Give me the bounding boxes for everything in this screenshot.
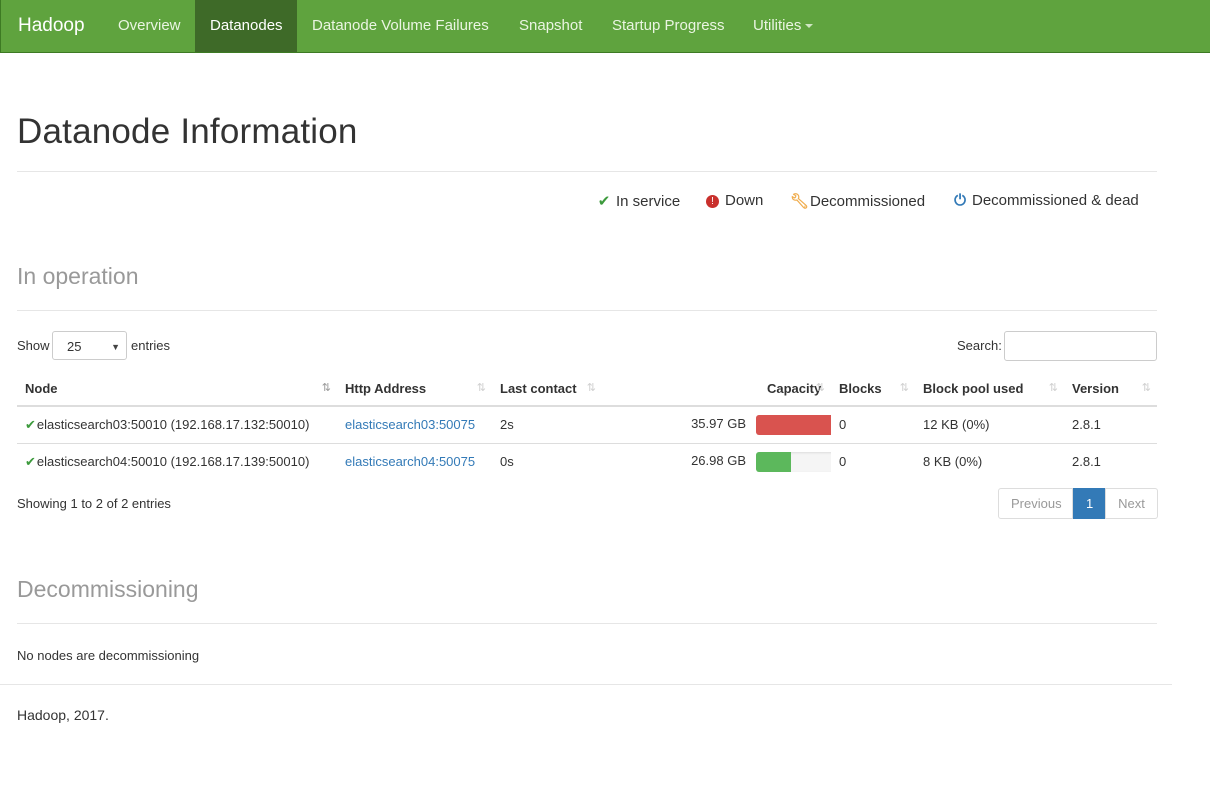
- datanode-table: Node ⇅ Http Address ⇅ Last contact ⇅ Capaci…: [17, 371, 1157, 480]
- nav-snapshot[interactable]: Snapshot: [504, 0, 597, 52]
- check-icon: ✔: [25, 453, 36, 469]
- sort-icon: ⇅: [815, 382, 825, 394]
- column-header-node[interactable]: Node ⇅: [17, 371, 337, 407]
- brand-logo[interactable]: Hadoop: [18, 15, 85, 37]
- legend-down: ! Down: [706, 192, 763, 209]
- column-label: Http Address: [345, 380, 427, 396]
- node-cell: ✔elasticsearch04:50010 (192.168.17.139:5…: [17, 442, 337, 480]
- table-row: ✔elasticsearch04:50010 (192.168.17.139:5…: [17, 442, 1157, 480]
- page-1-button[interactable]: 1: [1073, 488, 1105, 519]
- capacity-value: 26.98 GB: [691, 453, 746, 469]
- legend-in-service: ✔ In service: [596, 192, 681, 210]
- block-pool-used-cell: 12 KB (0%): [923, 417, 990, 433]
- column-label: Last contact: [500, 380, 577, 396]
- table-row: ✔elasticsearch03:50010 (192.168.17.132:5…: [17, 406, 1157, 443]
- nav-datanodes[interactable]: Datanodes: [195, 0, 297, 52]
- last-contact-cell: 0s: [492, 442, 602, 480]
- column-header-last-contact[interactable]: Last contact ⇅: [492, 371, 602, 407]
- node-name: elasticsearch04:50010 (192.168.17.139:50…: [36, 453, 310, 469]
- blocks-cell: 0: [831, 442, 915, 480]
- capacity-bar-fill: [756, 451, 792, 472]
- page-size-select[interactable]: 25 ▼: [52, 331, 127, 360]
- sort-icon: ⇅: [1048, 382, 1058, 394]
- page-title: Datanode Information: [17, 112, 358, 151]
- capacity-bar-fill: [756, 414, 831, 435]
- version-cell: 2.8.1: [1064, 442, 1157, 480]
- legend-decommissioned-dead-label: Decommissioned & dead: [972, 192, 1139, 209]
- column-header-http-address[interactable]: Http Address ⇅: [337, 371, 492, 407]
- previous-page-button[interactable]: Previous: [998, 488, 1073, 519]
- blocks-cell: 0: [839, 417, 847, 433]
- footer-text: Hadoop, 2017.: [17, 707, 109, 723]
- capacity-bar: [756, 414, 831, 435]
- divider: [17, 623, 1157, 624]
- caret-down-icon: [805, 24, 814, 29]
- sort-desc-icon: ⇅: [321, 382, 331, 394]
- search-label: Search:: [957, 338, 1002, 353]
- divider: [17, 171, 1157, 172]
- http-address-link[interactable]: elasticsearch04:50075: [345, 454, 475, 469]
- table-info: Showing 1 to 2 of 2 entries: [17, 496, 171, 511]
- capacity-bar: [756, 451, 831, 472]
- http-address-cell: elasticsearch04:50075: [337, 442, 492, 480]
- legend-in-service-label: In service: [616, 193, 681, 210]
- capacity-value: 35.97 GB: [691, 416, 746, 432]
- column-header-capacity[interactable]: Capacity ⇅: [602, 371, 831, 407]
- legend-decommissioned-dead: ⏻ Decommissioned & dead: [952, 192, 1139, 209]
- entries-label: entries: [131, 338, 171, 353]
- column-label: Capacity: [767, 380, 822, 396]
- select-arrow-icon: ▼: [111, 342, 120, 352]
- column-label: Blocks: [839, 380, 882, 396]
- search-input[interactable]: [1004, 331, 1157, 361]
- nav-datanode-volume-failures[interactable]: Datanode Volume Failures: [297, 0, 504, 52]
- capacity-cell: 35.97 GB: [602, 406, 831, 443]
- footer-divider: [0, 684, 1172, 685]
- check-icon: ✔: [25, 416, 36, 432]
- node-name: elasticsearch03:50010 (192.168.17.132:50…: [36, 416, 310, 432]
- legend-decommissioned: 🔧︎Decommissioned: [790, 192, 925, 210]
- section-title-in-operation: In operation: [17, 263, 139, 289]
- column-header-blocks[interactable]: Blocks ⇅: [831, 371, 915, 407]
- check-icon: ✔: [597, 193, 611, 210]
- http-address-link[interactable]: elasticsearch03:50075: [345, 417, 475, 432]
- nav-startup-progress[interactable]: Startup Progress: [597, 0, 740, 52]
- top-navbar: Hadoop Overview Datanodes Datanode Volum…: [0, 0, 1210, 53]
- column-header-block-pool-used[interactable]: Block pool used ⇅: [915, 371, 1064, 407]
- legend-decommissioned-label: Decommissioned: [810, 193, 926, 210]
- sort-icon: ⇅: [586, 382, 596, 394]
- section-title-decommissioning: Decommissioning: [17, 576, 199, 602]
- next-page-button[interactable]: Next: [1105, 488, 1158, 519]
- column-header-version[interactable]: Version ⇅: [1064, 371, 1157, 407]
- column-label: Version: [1072, 380, 1119, 396]
- block-pool-used-cell: 8 KB (0%): [915, 442, 1064, 480]
- nav-utilities-label: Utilities: [753, 17, 802, 34]
- legend-down-label: Down: [725, 192, 764, 209]
- pagination: Previous 1 Next: [998, 488, 1158, 519]
- sort-icon: ⇅: [1141, 382, 1151, 394]
- sort-icon: ⇅: [899, 382, 909, 394]
- wrench-icon: 🔧︎: [790, 193, 810, 210]
- divider: [17, 310, 1157, 311]
- page-size-value: 25: [67, 339, 82, 354]
- no-decommissioning-message: No nodes are decommissioning: [17, 648, 200, 663]
- capacity-cell: 26.98 GB: [602, 442, 831, 480]
- power-icon: ⏻: [954, 192, 966, 209]
- sort-icon: ⇅: [476, 382, 486, 394]
- version-cell: 2.8.1: [1072, 417, 1101, 433]
- last-contact-cell: 2s: [500, 417, 514, 433]
- column-label: Block pool used: [923, 380, 1024, 396]
- show-label: Show: [17, 338, 50, 353]
- http-address-cell: elasticsearch03:50075: [337, 406, 492, 443]
- nav-utilities-dropdown[interactable]: Utilities: [738, 0, 828, 52]
- node-cell: ✔elasticsearch03:50010 (192.168.17.132:5…: [17, 406, 337, 443]
- alert-circle-icon: !: [706, 195, 719, 208]
- column-label: Node: [25, 380, 58, 396]
- nav-overview[interactable]: Overview: [103, 0, 196, 52]
